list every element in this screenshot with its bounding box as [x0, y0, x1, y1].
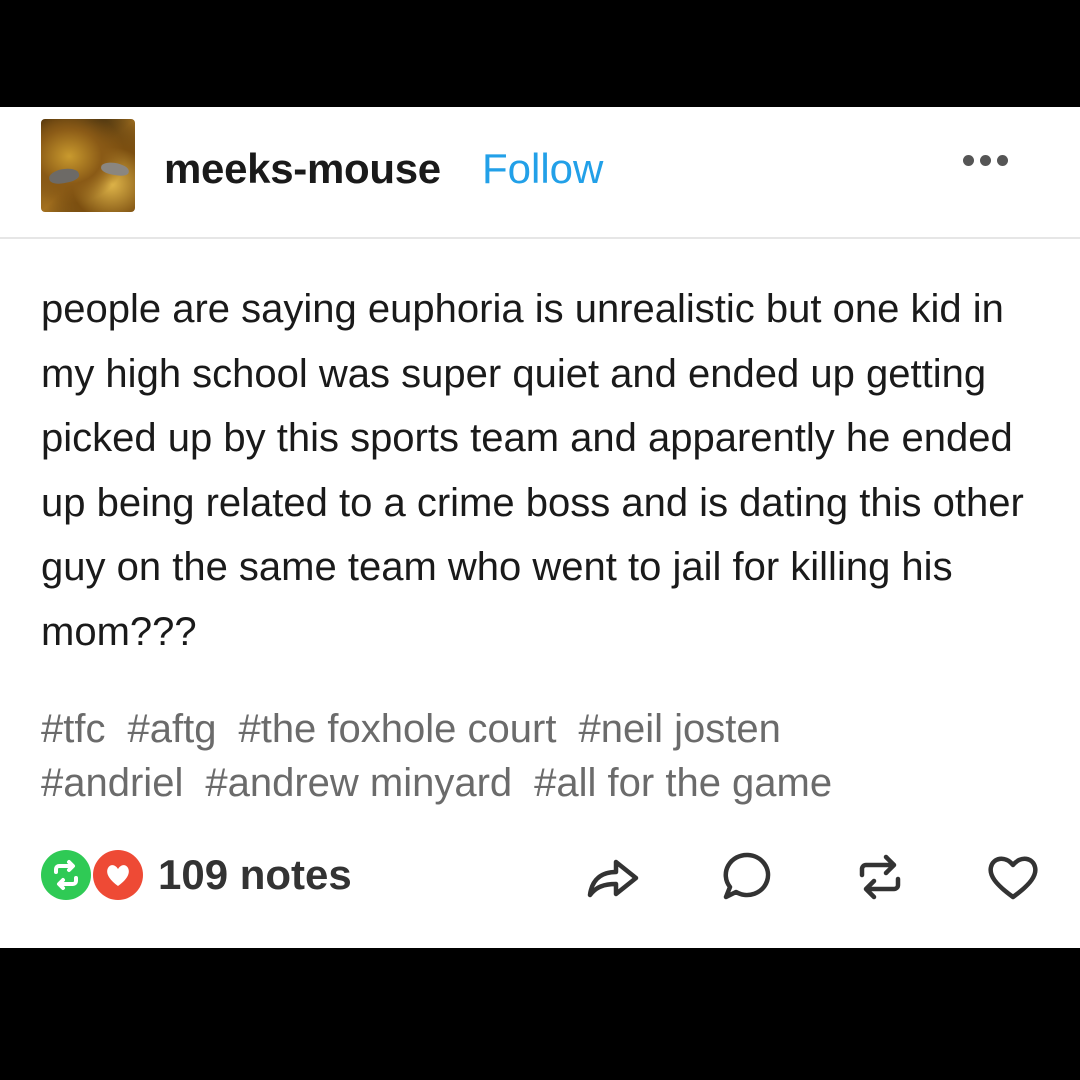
reblog-badge-icon: [41, 850, 91, 900]
tag-link[interactable]: #andriel: [41, 761, 183, 805]
tag-link[interactable]: #the foxhole court: [238, 707, 556, 751]
post-body: people are saying euphoria is unrealisti…: [41, 287, 1024, 654]
avatar[interactable]: [41, 119, 135, 212]
more-options-icon[interactable]: [963, 155, 1008, 166]
avatar-mouse-shape: [100, 161, 130, 177]
notes-count[interactable]: 109 notes: [158, 851, 352, 899]
post-header: meeks-mouse Follow: [0, 107, 1080, 239]
reply-icon[interactable]: [718, 847, 778, 907]
tag-link[interactable]: #all for the game: [534, 761, 832, 805]
tag-link[interactable]: #aftg: [127, 707, 216, 751]
tag-link[interactable]: #tfc: [41, 707, 105, 751]
heart-icon[interactable]: [983, 847, 1043, 907]
share-icon[interactable]: [582, 847, 642, 907]
tag-link[interactable]: #andrew minyard: [205, 761, 512, 805]
like-badge-icon: [93, 850, 143, 900]
post-footer: 109 notes: [0, 847, 1080, 907]
username[interactable]: meeks-mouse: [164, 145, 441, 193]
post-card: meeks-mouse Follow people are saying eup…: [0, 107, 1080, 948]
tag-link[interactable]: #neil josten: [578, 707, 780, 751]
tag-list: #tfc #aftg #the foxhole court #neil josten #…: [41, 702, 1041, 810]
reblog-icon[interactable]: [850, 847, 910, 907]
follow-button[interactable]: Follow: [482, 145, 603, 193]
avatar-mouse-shape: [47, 166, 81, 186]
